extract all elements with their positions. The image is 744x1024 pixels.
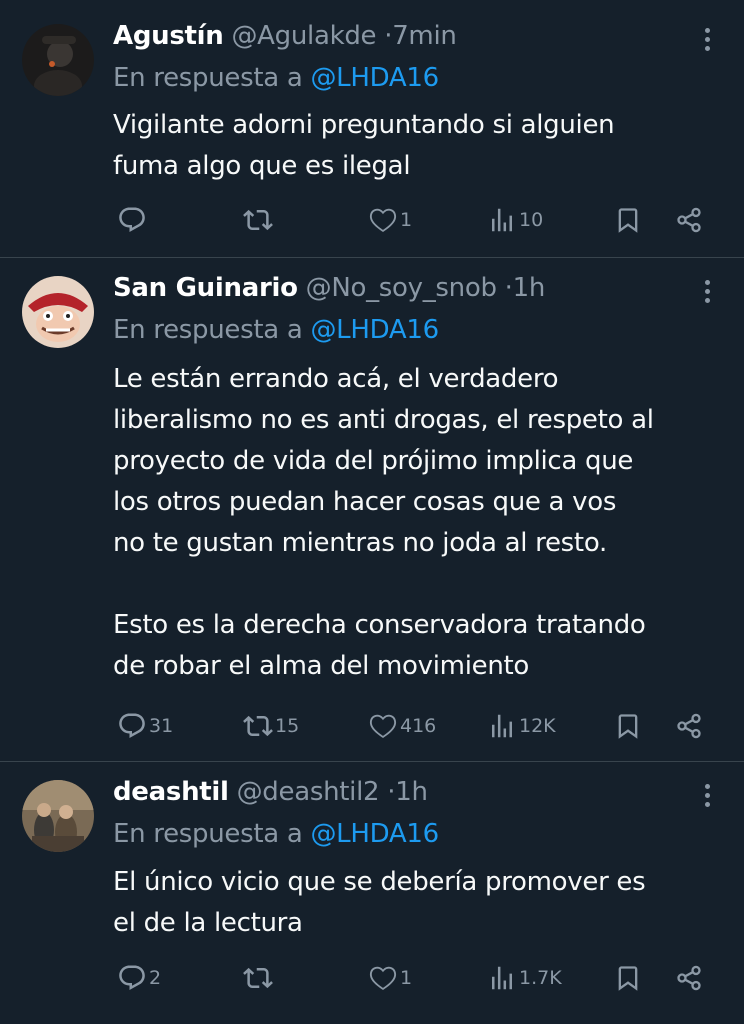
separator-dot: · bbox=[504, 273, 513, 303]
retweet-button[interactable] bbox=[243, 958, 275, 998]
avatar[interactable] bbox=[22, 276, 94, 348]
like-count: 1 bbox=[400, 209, 413, 231]
share-button[interactable] bbox=[675, 706, 703, 746]
tweet-text: El único vicio que se debería promover e… bbox=[113, 867, 646, 938]
heart-icon bbox=[368, 711, 398, 741]
bookmark-button[interactable] bbox=[614, 706, 642, 746]
views-count: 10 bbox=[519, 209, 544, 231]
action-bar: 31 15 416 12K bbox=[113, 706, 713, 746]
like-button[interactable]: 1 bbox=[368, 958, 412, 998]
timestamp[interactable]: 1h bbox=[395, 777, 428, 807]
avatar[interactable] bbox=[22, 24, 94, 96]
mention-link[interactable]: @LHDA16 bbox=[310, 63, 439, 93]
timestamp[interactable]: 7min bbox=[392, 21, 457, 51]
tweet-header: Agustín @Agulakde ·7min bbox=[113, 16, 684, 56]
user-handle[interactable]: @deashtil2 bbox=[237, 777, 380, 807]
tweet-header: San Guinario @No_soy_snob ·1h bbox=[113, 268, 684, 308]
user-handle[interactable]: @No_soy_snob bbox=[306, 273, 497, 303]
views-button[interactable]: 10 bbox=[487, 200, 543, 240]
bookmark-icon bbox=[614, 712, 642, 740]
action-bar: 2 1 1.7K bbox=[113, 958, 713, 998]
retweet-button[interactable]: 15 bbox=[243, 706, 299, 746]
retweet-icon bbox=[243, 963, 273, 993]
tweet-text: Vigilante adorni preguntando si alguien … bbox=[113, 110, 615, 181]
like-count: 416 bbox=[400, 715, 437, 737]
reply-button[interactable]: 2 bbox=[117, 958, 161, 998]
views-count: 12K bbox=[519, 715, 556, 737]
share-icon bbox=[675, 712, 703, 740]
more-icon[interactable] bbox=[692, 22, 722, 56]
heart-icon bbox=[368, 963, 398, 993]
reply-icon bbox=[117, 963, 147, 993]
separator-dot: · bbox=[384, 21, 393, 51]
views-icon bbox=[487, 205, 517, 235]
timestamp[interactable]: 1h bbox=[513, 273, 546, 303]
tweet[interactable]: deashtil @deashtil2 ·1h En respuesta a @… bbox=[0, 762, 744, 1024]
more-icon[interactable] bbox=[692, 778, 722, 812]
like-count: 1 bbox=[400, 967, 413, 989]
display-name[interactable]: deashtil bbox=[113, 777, 229, 807]
reply-prefix: En respuesta a bbox=[113, 63, 303, 93]
reply-icon bbox=[117, 205, 147, 235]
retweet-count: 15 bbox=[275, 715, 300, 737]
views-icon bbox=[487, 711, 517, 741]
action-bar: 1 10 bbox=[113, 200, 713, 240]
display-name[interactable]: Agustín bbox=[113, 21, 224, 51]
reply-count: 2 bbox=[149, 967, 162, 989]
reply-icon bbox=[117, 711, 147, 741]
share-icon bbox=[675, 964, 703, 992]
reply-context: En respuesta a @LHDA16 bbox=[113, 310, 439, 350]
reply-prefix: En respuesta a bbox=[113, 315, 303, 345]
retweet-icon bbox=[243, 711, 273, 741]
reply-count: 31 bbox=[149, 715, 174, 737]
tweet-text: Le están errando acá, el verdadero liber… bbox=[113, 364, 654, 681]
share-button[interactable] bbox=[675, 958, 703, 998]
bookmark-button[interactable] bbox=[614, 200, 642, 240]
mention-link[interactable]: @LHDA16 bbox=[310, 819, 439, 849]
reply-prefix: En respuesta a bbox=[113, 819, 303, 849]
reply-context: En respuesta a @LHDA16 bbox=[113, 58, 439, 98]
mention-link[interactable]: @LHDA16 bbox=[310, 315, 439, 345]
tweet-header: deashtil @deashtil2 ·1h bbox=[113, 772, 684, 812]
views-button[interactable]: 12K bbox=[487, 706, 556, 746]
tweet[interactable]: San Guinario @No_soy_snob ·1h En respues… bbox=[0, 258, 744, 762]
views-icon bbox=[487, 963, 517, 993]
share-button[interactable] bbox=[675, 200, 703, 240]
user-handle[interactable]: @Agulakde bbox=[231, 21, 376, 51]
tweet[interactable]: Agustín @Agulakde ·7min En respuesta a @… bbox=[0, 0, 744, 258]
reply-button[interactable] bbox=[117, 200, 149, 240]
bookmark-icon bbox=[614, 964, 642, 992]
retweet-button[interactable] bbox=[243, 200, 275, 240]
like-button[interactable]: 1 bbox=[368, 200, 412, 240]
heart-icon bbox=[368, 205, 398, 235]
retweet-icon bbox=[243, 205, 273, 235]
bookmark-icon bbox=[614, 206, 642, 234]
more-icon[interactable] bbox=[692, 274, 722, 308]
bookmark-button[interactable] bbox=[614, 958, 642, 998]
reply-button[interactable]: 31 bbox=[117, 706, 173, 746]
display-name[interactable]: San Guinario bbox=[113, 273, 298, 303]
like-button[interactable]: 416 bbox=[368, 706, 436, 746]
reply-context: En respuesta a @LHDA16 bbox=[113, 814, 439, 854]
views-button[interactable]: 1.7K bbox=[487, 958, 562, 998]
separator-dot: · bbox=[387, 777, 396, 807]
share-icon bbox=[675, 206, 703, 234]
views-count: 1.7K bbox=[519, 967, 562, 989]
avatar[interactable] bbox=[22, 780, 94, 852]
